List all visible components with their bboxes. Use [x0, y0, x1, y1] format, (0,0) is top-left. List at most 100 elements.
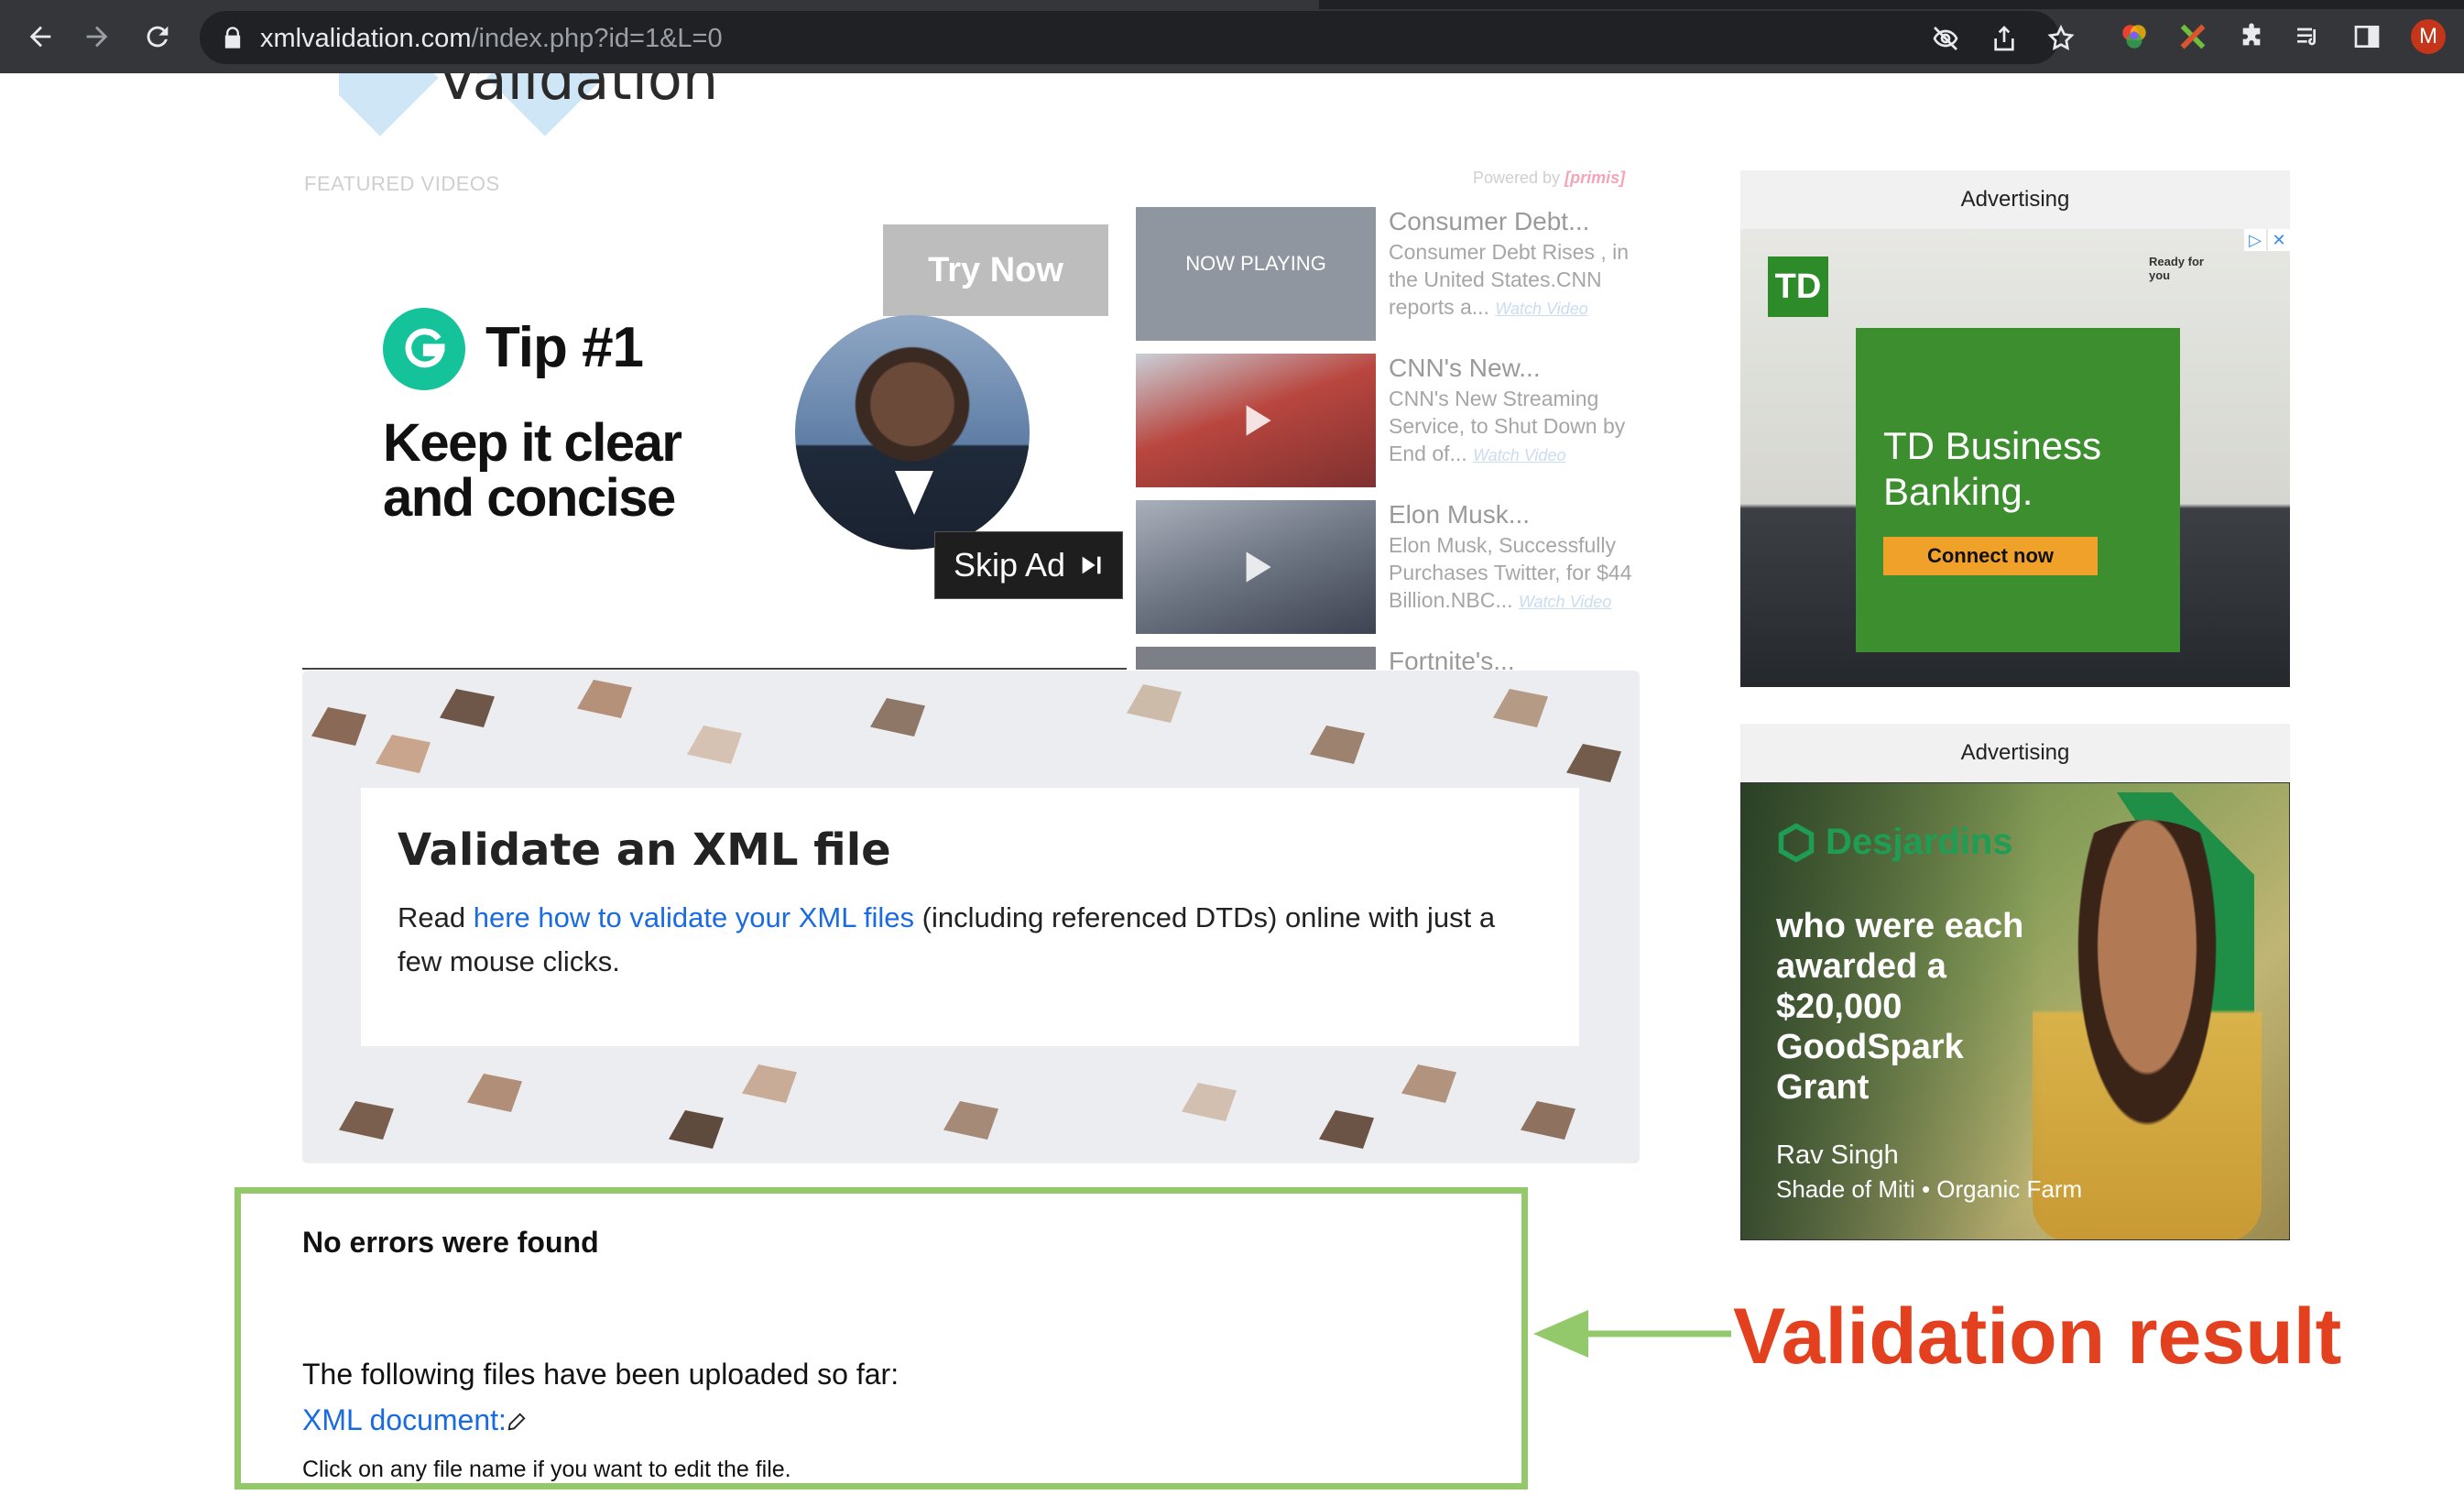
- decor-shape: [440, 689, 495, 727]
- td-promo-panel: TD Business Banking. Connect now: [1856, 328, 2180, 652]
- primis-brand: [primis]: [1565, 169, 1626, 187]
- decor-shape: [669, 1110, 724, 1149]
- ad-label: Advertising: [1960, 740, 2070, 765]
- desjardins-person-name: Rav Singh: [1776, 1140, 1899, 1170]
- playlist-thumbnail[interactable]: [1136, 647, 1376, 670]
- td-logo: TD: [1768, 256, 1828, 317]
- tip-title: Tip #1: [485, 316, 644, 379]
- playlist-item-title[interactable]: Fortnite's...: [1389, 647, 1515, 670]
- hero-description: Read here how to validate your XML files…: [398, 901, 1496, 977]
- forward-button[interactable]: [77, 16, 117, 57]
- player-divider: [302, 668, 1127, 670]
- annotation-arrow-icon: [1533, 1310, 1731, 1358]
- reload-icon: [147, 26, 169, 48]
- decor-shape: [1182, 1083, 1237, 1121]
- page-title: Validate an XML file: [398, 824, 891, 876]
- decor-shape: [1127, 684, 1182, 723]
- decor-shape: [467, 1074, 522, 1112]
- color-extension-icon[interactable]: [2118, 20, 2151, 53]
- decor-shape: [1319, 1110, 1374, 1149]
- desjardins-logo: Desjardins: [1776, 822, 2013, 863]
- address-bar[interactable]: xmlvalidation.com/index.php?id=1&L=0: [200, 11, 2075, 64]
- validate-help-link[interactable]: here how to validate your XML files: [474, 901, 914, 933]
- playlist-item-title[interactable]: CNN's New...: [1389, 354, 1541, 383]
- decor-shape: [870, 698, 925, 737]
- decor-shape: [1493, 689, 1548, 727]
- decor-shape: [339, 1101, 394, 1140]
- watch-video-link[interactable]: Watch Video: [1473, 446, 1565, 464]
- hero-card: Validate an XML file Read here how to va…: [361, 788, 1579, 1046]
- playlist-thumbnail[interactable]: [1136, 354, 1376, 487]
- grammarly-logo-icon: [383, 308, 465, 390]
- decor-shape: [742, 1064, 797, 1103]
- url-text: xmlvalidation.com/index.php?id=1&L=0: [260, 24, 723, 53]
- playlist-item[interactable]: CNN's New... CNN's New Streaming Service…: [1136, 354, 1649, 500]
- playlist-item-title[interactable]: Consumer Debt...: [1389, 207, 1589, 236]
- hero-banner: Validate an XML file Read here how to va…: [302, 671, 1640, 1163]
- result-status: No errors were found: [302, 1226, 599, 1259]
- playlist-thumbnail[interactable]: NOW PLAYING: [1136, 207, 1376, 341]
- decor-shape: [1566, 744, 1621, 782]
- decor-shape: [376, 735, 431, 773]
- advertising-desjardins[interactable]: Advertising Desjardins who were each awa…: [1740, 724, 2290, 1240]
- playlist-item[interactable]: NOW PLAYING Consumer Debt... Consumer De…: [1136, 207, 1649, 354]
- skip-ad-button[interactable]: Skip Ad: [934, 531, 1123, 599]
- uploaded-files-label: The following files have been uploaded s…: [302, 1358, 899, 1391]
- browser-toolbar: xmlvalidation.com/index.php?id=1&L=0 M: [0, 0, 2464, 73]
- decor-shape: [311, 707, 366, 746]
- td-ready-text: Ready for you: [2149, 255, 2204, 282]
- connect-now-button[interactable]: Connect now: [1883, 537, 2098, 575]
- share-icon[interactable]: [1990, 24, 2019, 53]
- decor-shape: [943, 1101, 998, 1140]
- play-icon: [1246, 551, 1271, 583]
- playlist-item-title[interactable]: Elon Musk...: [1389, 500, 1530, 529]
- video-player[interactable]: Try Now Tip #1 Keep it clear and concise…: [302, 211, 1127, 670]
- video-playlist: NOW PLAYING Consumer Debt... Consumer De…: [1136, 207, 1649, 670]
- ad-close-icon[interactable]: ✕: [2268, 229, 2290, 251]
- playlist-item[interactable]: Elon Musk... Elon Musk, Successfully Pur…: [1136, 500, 1649, 647]
- annotation-label: Validation result: [1733, 1293, 2342, 1380]
- puzzle-extensions-icon[interactable]: [2235, 20, 2268, 53]
- watch-video-link[interactable]: Watch Video: [1495, 300, 1587, 318]
- lock-icon: [224, 27, 241, 49]
- playlist-thumbnail[interactable]: [1136, 500, 1376, 634]
- back-arrow-icon: [29, 26, 51, 48]
- edit-pencil-icon[interactable]: [507, 1410, 527, 1434]
- eye-off-icon[interactable]: [1931, 24, 1960, 53]
- playlist-item-desc: Elon Musk, Successfully Purchases Twitte…: [1389, 533, 1632, 612]
- xml-document-link[interactable]: XML document:: [302, 1403, 527, 1437]
- featured-videos-label: FEATURED VIDEOS: [304, 172, 500, 195]
- hexagon-logo-icon: [1778, 823, 1815, 862]
- watch-video-link[interactable]: Watch Video: [1519, 593, 1611, 611]
- skip-ad-label: Skip Ad: [953, 546, 1066, 584]
- edit-hint-text: Click on any file name if you want to ed…: [302, 1457, 791, 1482]
- now-playing-label: NOW PLAYING: [1185, 252, 1326, 275]
- playlist-item-desc: Consumer Debt Rises , in the United Stat…: [1389, 240, 1630, 319]
- site-logo[interactable]: Validation: [339, 73, 724, 139]
- desjardins-headline: who were each awarded a $20,000 GoodSpar…: [1776, 907, 2024, 1107]
- bookmark-star-icon[interactable]: [2046, 24, 2076, 53]
- decor-shape: [1521, 1101, 1575, 1140]
- decor-shape: [1401, 1064, 1456, 1103]
- advertising-td[interactable]: Advertising ▷ ✕ TD Ready for you TD Busi…: [1740, 170, 2290, 687]
- side-panel-icon[interactable]: [2350, 20, 2383, 53]
- profile-avatar[interactable]: M: [2411, 19, 2446, 54]
- logo-diamond-left: [339, 73, 439, 136]
- media-queue-icon[interactable]: [2292, 20, 2325, 53]
- x-extension-icon[interactable]: [2176, 20, 2209, 53]
- ad-label: Advertising: [1960, 187, 2070, 212]
- desjardins-subtitle: Shade of Miti • Organic Farm: [1776, 1175, 2083, 1203]
- playlist-item-desc: CNN's New Streaming Service, to Shut Dow…: [1389, 387, 1626, 465]
- try-now-button[interactable]: Try Now: [883, 224, 1108, 316]
- td-ad-creative[interactable]: ▷ ✕ TD Ready for you TD Business Banking…: [1740, 229, 2290, 687]
- forward-arrow-icon: [86, 26, 108, 48]
- skip-next-icon: [1082, 556, 1101, 574]
- decor-shape: [687, 726, 742, 764]
- playlist-item[interactable]: Fortnite's...: [1136, 647, 1649, 670]
- adchoices-icon[interactable]: ▷: [2244, 229, 2266, 251]
- desjardins-ad-creative[interactable]: Desjardins who were each awarded a $20,0…: [1740, 782, 2290, 1240]
- powered-by-label[interactable]: Powered by [primis]: [1473, 169, 1625, 188]
- reload-button[interactable]: [137, 16, 178, 57]
- back-button[interactable]: [20, 16, 60, 57]
- play-icon: [1246, 405, 1271, 436]
